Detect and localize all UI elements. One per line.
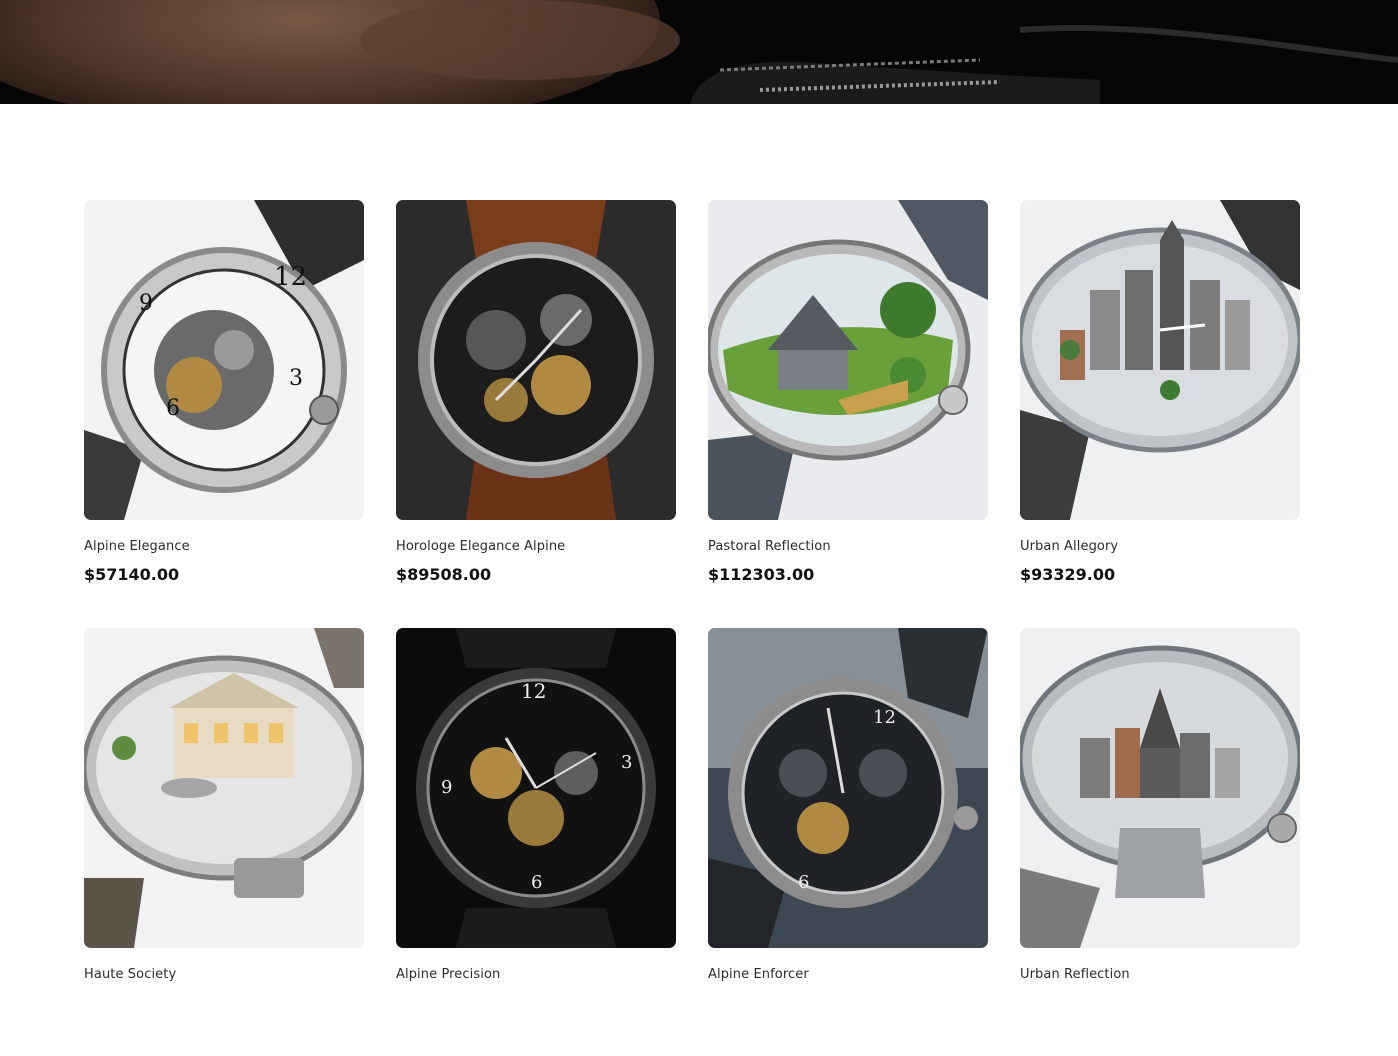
- product-card[interactable]: 12 9 3 6 Alpine Precision: [396, 628, 676, 1056]
- product-card[interactable]: Pastoral Reflection $112303.00: [708, 200, 988, 628]
- product-card[interactable]: Horologe Elegance Alpine $89508.00: [396, 200, 676, 628]
- product-card[interactable]: 12 6 Alpine Enforcer: [708, 628, 988, 1056]
- product-name[interactable]: Alpine Precision: [396, 967, 676, 983]
- hero-banner: [0, 0, 1398, 104]
- product-image[interactable]: 12 9 6 3: [84, 200, 364, 520]
- product-card[interactable]: 12 9 6 3 Alpine Elegance $57140.00: [84, 200, 364, 628]
- product-name[interactable]: Urban Reflection: [1020, 967, 1300, 983]
- product-image[interactable]: [84, 628, 364, 948]
- product-price: $57140.00: [84, 565, 180, 584]
- hero-image: [0, 0, 1398, 104]
- product-name[interactable]: Haute Society: [84, 967, 364, 983]
- product-image[interactable]: [708, 200, 988, 520]
- svg-text:6: 6: [166, 396, 180, 421]
- product-card[interactable]: Urban Allegory $93329.00: [1020, 200, 1300, 628]
- product-image[interactable]: 12 9 3 6: [396, 628, 676, 948]
- product-image[interactable]: [396, 200, 676, 520]
- product-image[interactable]: 12 6: [708, 628, 988, 948]
- product-price: $89508.00: [396, 565, 492, 584]
- product-name[interactable]: Alpine Elegance: [84, 539, 364, 555]
- svg-text:3: 3: [289, 366, 303, 391]
- svg-text:9: 9: [139, 291, 153, 316]
- svg-text:12: 12: [274, 262, 307, 292]
- product-card[interactable]: Haute Society: [84, 628, 364, 1056]
- product-price: $93329.00: [1020, 565, 1116, 584]
- product-name[interactable]: Horologe Elegance Alpine: [396, 539, 676, 555]
- product-name[interactable]: Alpine Enforcer: [708, 967, 988, 983]
- product-name[interactable]: Pastoral Reflection: [708, 539, 988, 555]
- product-card[interactable]: Urban Reflection: [1020, 628, 1300, 1056]
- product-image[interactable]: [1020, 200, 1300, 520]
- svg-text:12: 12: [873, 707, 896, 728]
- product-name[interactable]: Urban Allegory: [1020, 539, 1300, 555]
- svg-text:9: 9: [441, 777, 452, 798]
- svg-text:6: 6: [531, 872, 542, 893]
- product-grid: 12 9 6 3 Alpine Elegance $57140.00 Horol…: [84, 200, 1300, 1056]
- svg-text:12: 12: [521, 679, 546, 703]
- product-price: $112303.00: [708, 565, 815, 584]
- svg-text:6: 6: [798, 872, 809, 893]
- product-image[interactable]: [1020, 628, 1300, 948]
- svg-text:3: 3: [621, 752, 632, 773]
